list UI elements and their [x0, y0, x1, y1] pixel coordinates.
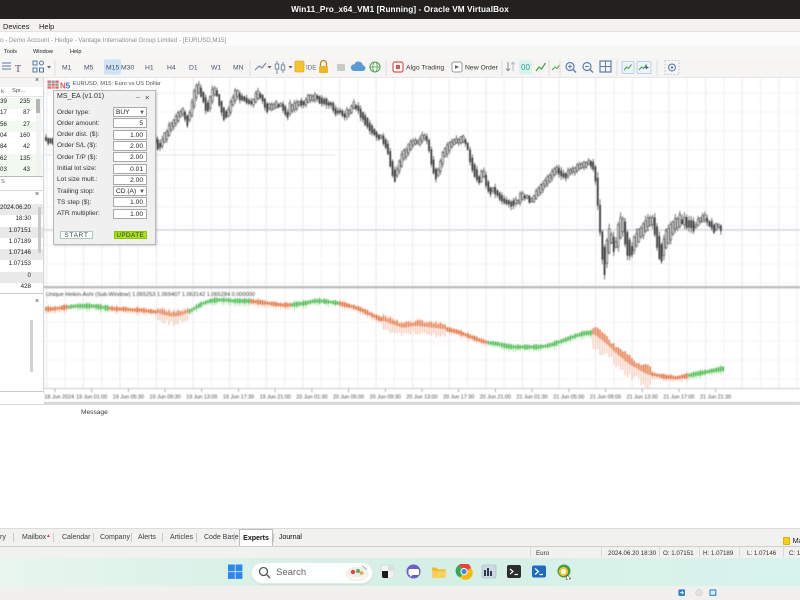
svg-text:Unique Heikin-Ashi (Sub-Window: Unique Heikin-Ashi (Sub-Window) 1.065253… — [46, 292, 255, 298]
svg-text:20 Jun 01:30: 20 Jun 01:30 — [296, 395, 327, 401]
svg-text:21 Jun 01:30: 21 Jun 01:30 — [517, 395, 548, 401]
svg-text:19 Jun 01:00: 19 Jun 01:00 — [76, 395, 107, 401]
svg-text:19 Jun 17:30: 19 Jun 17:30 — [223, 395, 254, 401]
svg-text:20 Jun 21:00: 20 Jun 21:00 — [480, 395, 511, 401]
svg-text:H1: H1 — [145, 65, 154, 72]
svg-text:19 Jun 13:00: 19 Jun 13:00 — [186, 395, 217, 401]
svg-text:W1: W1 — [211, 65, 221, 72]
svg-text:21 Jun 17:00: 21 Jun 17:00 — [663, 395, 694, 401]
svg-text:20 Jun 05:00: 20 Jun 05:00 — [333, 395, 364, 401]
svg-text:H4: H4 — [167, 65, 176, 72]
svg-text:New Order: New Order — [465, 65, 499, 72]
svg-text:5: 5 — [66, 81, 71, 90]
svg-text:18 Jun 2024: 18 Jun 2024 — [45, 395, 75, 401]
svg-text:21 Jun 05:00: 21 Jun 05:00 — [553, 395, 584, 401]
svg-text:19 Jun 21:00: 19 Jun 21:00 — [260, 395, 291, 401]
svg-text:M5: M5 — [84, 65, 94, 72]
svg-text:20 Jun 09:30: 20 Jun 09:30 — [370, 395, 401, 401]
svg-text:M15: M15 — [106, 65, 119, 72]
svg-text:19 Jun 05:30: 19 Jun 05:30 — [113, 395, 144, 401]
svg-text:21 Jun 21:30: 21 Jun 21:30 — [700, 395, 731, 401]
svg-text:T: T — [15, 64, 21, 75]
svg-text:IDE: IDE — [306, 65, 316, 72]
svg-text:00: 00 — [521, 63, 530, 72]
svg-text:20 Jun 17:30: 20 Jun 17:30 — [443, 395, 474, 401]
svg-text:M30: M30 — [121, 65, 134, 72]
svg-text:D1: D1 — [189, 65, 198, 72]
svg-text:19 Jun 09:30: 19 Jun 09:30 — [150, 395, 181, 401]
svg-text:21 Jun 09:00: 21 Jun 09:00 — [590, 395, 621, 401]
svg-text:M1: M1 — [62, 65, 72, 72]
svg-text:Algo Trading: Algo Trading — [406, 65, 444, 72]
svg-text:MN: MN — [233, 65, 244, 72]
svg-text:21 Jun 13:30: 21 Jun 13:30 — [627, 395, 658, 401]
svg-text:20 Jun 13:00: 20 Jun 13:00 — [406, 395, 437, 401]
